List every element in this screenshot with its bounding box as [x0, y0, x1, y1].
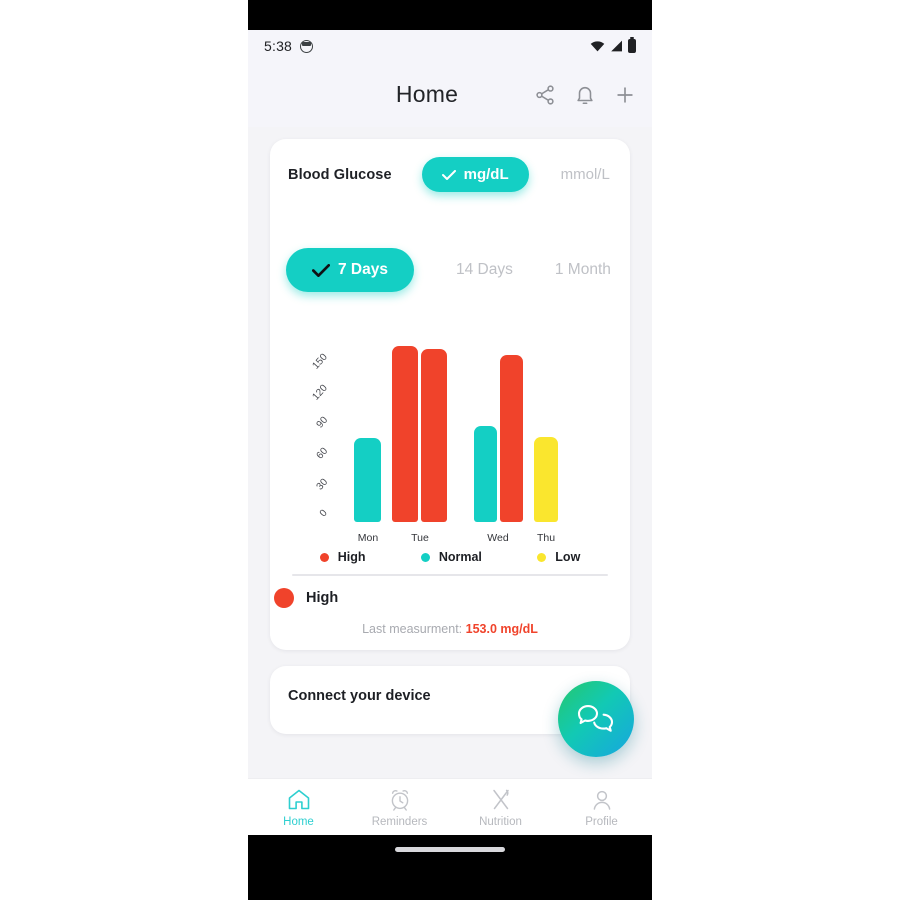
status-badge-dot-icon — [274, 587, 294, 608]
status-bar-left: 5:38 — [264, 38, 314, 54]
chart-bar[interactable] — [534, 436, 558, 522]
y-tick: 150 — [310, 351, 331, 372]
legend-dot-icon — [319, 552, 329, 562]
status-bar-right — [590, 36, 636, 53]
blood-glucose-card: Blood Glucose mg/dL mmol/L 7 Days 14 Day… — [270, 139, 630, 650]
legend-item-low: Low — [537, 550, 580, 564]
chart-bar[interactable] — [421, 349, 447, 522]
chart-bar[interactable] — [354, 437, 381, 522]
alarm-clock-icon — [391, 789, 408, 811]
unit-option-mmol-label: mmol/L — [560, 166, 610, 183]
home-icon — [288, 789, 309, 809]
chart-x-label: Wed — [487, 532, 509, 544]
screen-record-icon — [300, 39, 314, 53]
nav-item-nutrition[interactable]: Nutrition — [450, 787, 551, 828]
legend-label: Low — [555, 550, 581, 564]
unit-option-mgdl[interactable]: mg/dL — [421, 157, 529, 192]
legend-label: Normal — [438, 550, 482, 564]
y-tick: 90 — [314, 414, 331, 431]
battery-icon — [628, 36, 636, 53]
nav-label-reminders: Reminders — [371, 815, 428, 828]
chart-x-label: Mon — [357, 532, 379, 544]
range-option-1month[interactable]: 1 Month — [555, 261, 611, 279]
phone-frame: 5:38 Home Blood Glucose mg/dL mmol/L 7 D… — [248, 0, 652, 900]
nav-item-reminders[interactable]: Reminders — [349, 787, 450, 828]
current-status: High — [270, 576, 630, 608]
y-tick: 0 — [318, 507, 331, 520]
bottom-navigation: Home Reminders Nutrition Profile — [248, 778, 652, 835]
last-measurement-value: 153.0 mg/dL — [465, 621, 538, 636]
app-bar: Home — [248, 62, 652, 127]
legend-dot-icon — [420, 552, 430, 562]
glucose-bar-chart: 150 120 90 60 30 0 Mon Tue Wed Thu — [270, 344, 630, 544]
range-option-14days[interactable]: 14 Days — [456, 261, 513, 279]
page-title: Home — [395, 81, 459, 107]
last-measurement: Last measurment: 153.0 mg/dL — [270, 608, 630, 636]
chart-bar[interactable] — [500, 354, 523, 522]
share-icon[interactable] — [534, 84, 556, 106]
nav-label-home: Home — [283, 815, 314, 828]
app-bar-actions — [534, 84, 636, 106]
wifi-icon — [590, 40, 605, 51]
card-title: Blood Glucose — [288, 166, 392, 183]
nav-item-profile[interactable]: Profile — [551, 787, 652, 828]
check-icon — [441, 169, 456, 180]
plus-icon[interactable] — [614, 84, 636, 106]
chart-bar[interactable] — [474, 426, 497, 522]
signal-icon — [611, 40, 622, 52]
chart-y-axis: 150 120 90 60 30 0 — [270, 344, 332, 544]
fork-knife-icon — [492, 789, 509, 809]
nav-item-home[interactable]: Home — [248, 787, 349, 828]
chart-bar[interactable] — [392, 346, 418, 522]
status-bar: 5:38 — [248, 30, 652, 62]
y-tick: 60 — [314, 445, 331, 462]
y-tick: 30 — [314, 476, 331, 493]
range-selector: 7 Days 14 Days 1 Month — [270, 192, 630, 292]
bell-icon[interactable] — [574, 84, 596, 106]
legend-label: High — [337, 550, 366, 564]
unit-option-mmol[interactable]: mmol/L — [541, 157, 630, 192]
phone-screen: 5:38 Home Blood Glucose mg/dL mmol/L 7 D… — [248, 30, 652, 835]
chat-bubbles-icon — [577, 705, 614, 732]
legend-item-normal: Normal — [420, 550, 482, 564]
last-measurement-label: Last measurment: — [362, 621, 466, 636]
chat-fab-button[interactable] — [558, 681, 634, 757]
unit-selector: Blood Glucose mg/dL mmol/L — [270, 139, 630, 192]
chart-plot-area: Mon Tue Wed Thu — [332, 344, 616, 544]
chart-legend: High Normal Low — [270, 544, 630, 564]
status-badge: High — [306, 589, 339, 606]
range-option-7days[interactable]: 7 Days — [286, 248, 414, 292]
person-icon — [593, 790, 610, 810]
legend-dot-icon — [537, 552, 547, 562]
screenshot-canvas: 5:38 Home Blood Glucose mg/dL mmol/L 7 D… — [0, 0, 900, 900]
unit-option-mgdl-label: mg/dL — [463, 166, 509, 183]
nav-label-nutrition: Nutrition — [479, 815, 522, 828]
legend-item-high: High — [319, 550, 366, 564]
range-option-7days-label: 7 Days — [338, 261, 388, 278]
chart-x-label: Tue — [411, 532, 429, 544]
gesture-home-indicator[interactable] — [395, 847, 505, 852]
status-bar-clock: 5:38 — [264, 38, 293, 54]
check-icon — [312, 263, 330, 277]
chart-x-label: Thu — [536, 532, 556, 544]
y-tick: 120 — [310, 382, 331, 403]
nav-label-profile: Profile — [585, 815, 618, 828]
